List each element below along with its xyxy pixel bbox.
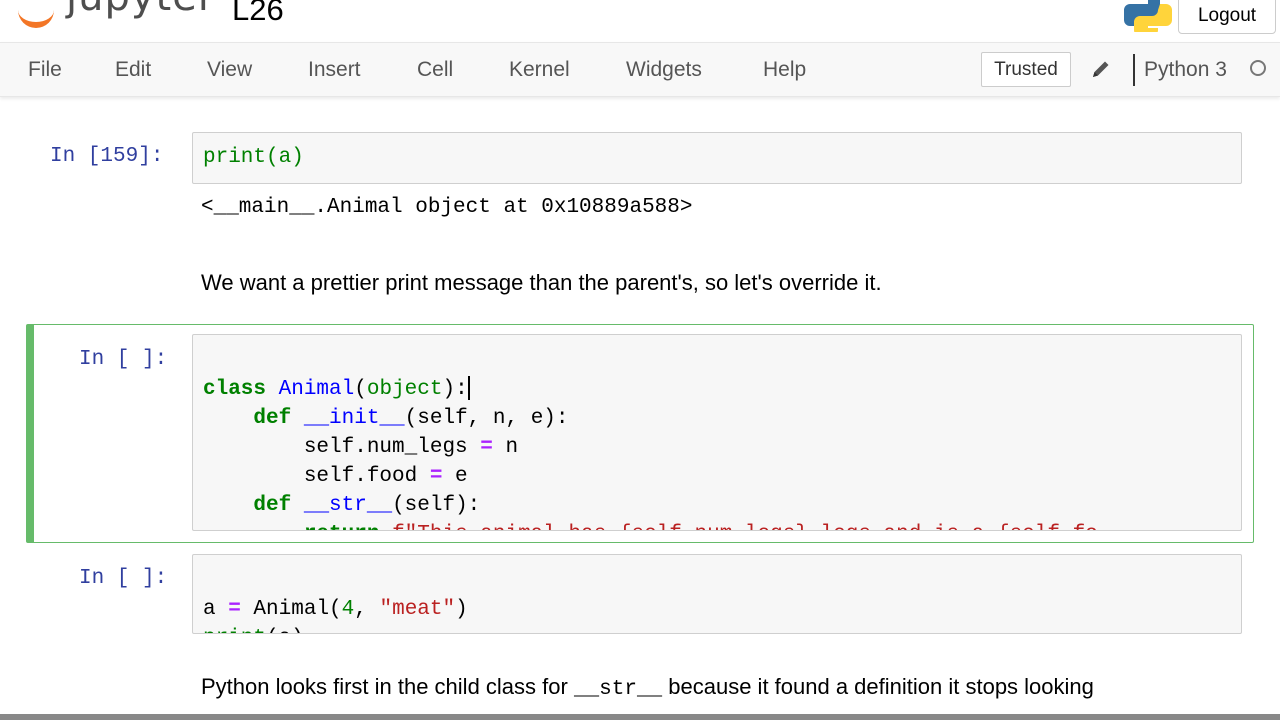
cell-3-line-2: def __init__(self, n, e):: [253, 407, 569, 430]
cell-4-line-2: print(a): [203, 624, 468, 633]
markdown-cell-2[interactable]: Python looks first in the child class fo…: [201, 674, 1094, 701]
cell-3-input[interactable]: class Animal(object): def __init__(self,…: [192, 334, 1242, 531]
menu-view[interactable]: View: [207, 43, 252, 96]
kernel-name[interactable]: Python 3: [1144, 43, 1227, 96]
cell-4-prompt: In [ ]:: [79, 567, 168, 590]
trusted-indicator[interactable]: Trusted: [981, 52, 1071, 87]
cell-3-line-3: self.num_legs = n: [203, 436, 519, 459]
cell-3-line-4: self.food = e: [203, 465, 468, 488]
jupyter-logo-arc: [18, 0, 54, 28]
cell-3-line-5: def __str__(self):: [253, 494, 481, 517]
markdown-cell-1[interactable]: We want a prettier print message than th…: [201, 270, 882, 296]
cell-3-prompt: In [ ]:: [79, 348, 168, 371]
pencil-icon[interactable]: [1090, 58, 1112, 80]
cell-1-input[interactable]: print(a): [192, 132, 1242, 184]
cell-4-input[interactable]: a = Animal(4, "meat") print(a): [192, 554, 1242, 634]
cell-1-code-text: print(a): [203, 146, 304, 169]
menu-cell[interactable]: Cell: [417, 43, 453, 96]
menu-file[interactable]: File: [28, 43, 62, 96]
logout-button[interactable]: Logout: [1178, 0, 1276, 34]
cell-1-prompt: In [159]:: [50, 145, 164, 168]
jupyter-logo[interactable]: jupyter: [18, 0, 218, 30]
cell-3-line-6: return f"This animal has {self.num_legs}…: [203, 520, 1098, 530]
menubar: File Edit View Insert Cell Kernel Widget…: [0, 42, 1280, 97]
cell-1-code: print(a): [203, 143, 304, 172]
cell-4-code: a = Animal(4, "meat") print(a): [203, 566, 468, 633]
python-logo-icon: [1124, 0, 1172, 32]
menu-kernel[interactable]: Kernel: [509, 43, 570, 96]
markdown-2-text-before: Python looks first in the child class fo…: [201, 674, 574, 699]
horizontal-scrollbar[interactable]: [0, 714, 1280, 720]
jupyter-logo-text: jupyter: [66, 0, 215, 20]
cell-3-code: class Animal(object): def __init__(self,…: [203, 346, 1098, 530]
cell-1-output: <__main__.Animal object at 0x10889a588>: [201, 196, 693, 219]
markdown-2-text-after: because it found a definition it stops l…: [662, 674, 1094, 699]
notebook-title[interactable]: L26: [232, 0, 284, 28]
notebook-header: jupyter L26 Logout: [0, 0, 1280, 42]
menu-widgets[interactable]: Widgets: [626, 43, 702, 96]
menu-edit[interactable]: Edit: [115, 43, 151, 96]
menu-help[interactable]: Help: [763, 43, 806, 96]
menubar-separator: [1133, 54, 1135, 86]
cell-3-line-1: class Animal(object):: [203, 376, 470, 401]
menu-insert[interactable]: Insert: [308, 43, 361, 96]
cell-4-line-1: a = Animal(4, "meat"): [203, 598, 468, 621]
kernel-idle-icon: [1250, 60, 1266, 76]
markdown-2-inline-code: __str__: [573, 678, 663, 701]
